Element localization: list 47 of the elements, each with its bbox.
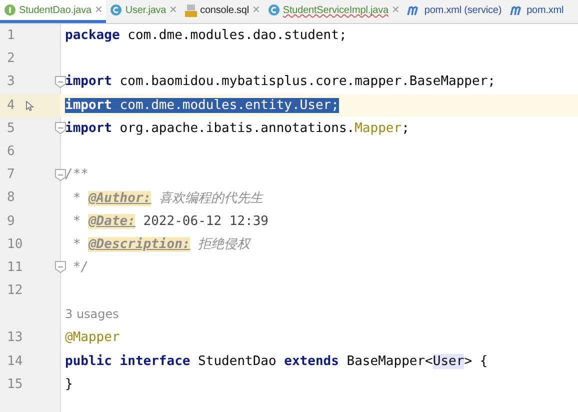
code-line: * @Author: 喜欢编程的代先生: [72, 190, 263, 207]
line-number: 14: [7, 354, 23, 369]
database-file-icon: [185, 4, 198, 16]
interface-icon: [4, 4, 16, 16]
line-number: 15: [7, 376, 23, 392]
code-line: import org.apache.ibatis.annotations.Mapper;: [65, 120, 410, 136]
code-line: package com.dme.modules.dao.student;: [65, 28, 347, 44]
class-icon: [268, 4, 280, 16]
file-tab[interactable]: pom.xml: [506, 0, 568, 23]
line-number: 12: [7, 283, 23, 298]
mouse-pointer-icon: [26, 101, 34, 112]
line-number: 6: [7, 144, 15, 160]
fold-icon[interactable]: [55, 168, 66, 181]
code-line: @Mapper: [65, 330, 120, 346]
code-line: * @Date: 2022-06-12 12:39: [72, 214, 269, 229]
fold-icon[interactable]: [55, 76, 66, 88]
close-icon[interactable]: ✕: [252, 4, 260, 16]
code-line: /**: [65, 167, 88, 182]
code-line: }: [65, 376, 73, 392]
maven-icon: [510, 4, 524, 16]
code-line: * @Description: 拒绝侵权: [72, 236, 250, 254]
file-tab[interactable]: StudentServiceImpl.java ✕: [264, 0, 404, 23]
usages-hint[interactable]: 3 usages: [65, 307, 119, 322]
file-tab[interactable]: console.sql ✕: [181, 0, 264, 23]
line-number: 8: [7, 190, 15, 206]
line-number: 1: [7, 28, 15, 44]
file-tab[interactable]: pom.xml (service): [403, 0, 506, 23]
line-number: 3: [7, 74, 15, 90]
code-line: */: [72, 260, 88, 275]
close-icon[interactable]: ✕: [169, 4, 178, 16]
fold-icon[interactable]: [55, 261, 66, 274]
close-icon[interactable]: ✕: [391, 4, 400, 16]
line-number: 5: [7, 120, 15, 136]
close-icon[interactable]: ✕: [94, 4, 102, 16]
line-number: 10: [7, 236, 23, 252]
line-number: 9: [7, 214, 15, 229]
line-number: 11: [7, 260, 23, 275]
line-number: 2: [7, 51, 15, 66]
line-number: 13: [7, 330, 23, 346]
code-line: import com.baomidou.mybatisplus.core.mapper.BaseMapper;: [65, 74, 496, 90]
line-number: 4: [7, 98, 15, 113]
fold-icon[interactable]: [55, 122, 66, 134]
class-icon: [110, 4, 122, 16]
code-line: public interface StudentDao extends BaseMapper<User> {: [65, 354, 488, 369]
file-tab[interactable]: StudentDao.java ✕: [0, 0, 106, 23]
line-number: 7: [7, 167, 15, 182]
file-tab[interactable]: User.java ✕: [106, 0, 182, 23]
